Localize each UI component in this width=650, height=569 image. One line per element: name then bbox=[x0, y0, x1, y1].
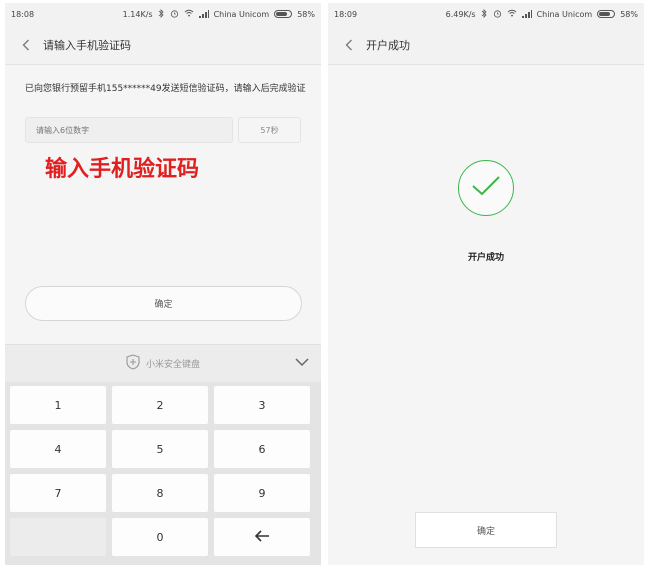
status-time: 18:08 bbox=[11, 9, 35, 19]
phone-screen-verify: 18:08 1.14K/s China Unicom 58% 请输入手机验证码 bbox=[5, 3, 321, 565]
page-title: 开户成功 bbox=[366, 38, 410, 52]
verification-code-input[interactable] bbox=[25, 117, 233, 143]
key-8[interactable]: 8 bbox=[112, 474, 208, 512]
key-7[interactable]: 7 bbox=[10, 474, 106, 512]
wifi-icon bbox=[184, 9, 194, 19]
alarm-icon bbox=[170, 9, 179, 20]
status-time: 18:09 bbox=[334, 9, 358, 19]
wifi-icon bbox=[507, 9, 517, 19]
success-message: 开户成功 bbox=[467, 253, 504, 263]
shield-icon bbox=[126, 354, 140, 373]
network-speed: 6.49K/s bbox=[445, 9, 476, 19]
status-bar: 18:08 1.14K/s China Unicom 58% bbox=[5, 3, 321, 25]
confirm-button[interactable]: 确定 bbox=[415, 512, 557, 548]
chevron-down-icon[interactable] bbox=[295, 357, 309, 370]
status-bar: 18:09 6.49K/s China Unicom 58% bbox=[328, 3, 644, 25]
battery-icon bbox=[597, 10, 616, 18]
key-2[interactable]: 2 bbox=[112, 386, 208, 424]
key-0[interactable]: 0 bbox=[112, 518, 208, 556]
signal-icon bbox=[521, 10, 532, 18]
title-bar: 开户成功 bbox=[328, 25, 644, 65]
resend-countdown: 57秒 bbox=[238, 117, 301, 143]
back-icon[interactable] bbox=[19, 38, 33, 52]
key-blank bbox=[10, 518, 106, 556]
battery-percent: 58% bbox=[297, 9, 315, 19]
bluetooth-icon bbox=[481, 8, 488, 20]
confirm-button[interactable]: 确定 bbox=[25, 286, 302, 321]
backspace-key[interactable] bbox=[214, 518, 310, 556]
annotation-text: 输入手机验证码 bbox=[45, 157, 200, 182]
bluetooth-icon bbox=[158, 8, 165, 20]
keyboard-title: 小米安全键盘 bbox=[145, 360, 200, 370]
key-1[interactable]: 1 bbox=[10, 386, 106, 424]
sms-message: 已向您银行预留手机155******49发送短信验证码，请输入后完成验证 bbox=[25, 84, 306, 94]
checkmark-icon bbox=[471, 175, 501, 201]
key-3[interactable]: 3 bbox=[214, 386, 310, 424]
carrier-name: China Unicom bbox=[536, 9, 593, 19]
page-title: 请输入手机验证码 bbox=[43, 38, 131, 52]
alarm-icon bbox=[493, 9, 502, 20]
success-indicator bbox=[458, 160, 514, 216]
backspace-icon bbox=[254, 529, 270, 545]
key-4[interactable]: 4 bbox=[10, 430, 106, 468]
phone-screen-success: 18:09 6.49K/s China Unicom 58% 开户成功 开户成功… bbox=[328, 3, 644, 565]
key-6[interactable]: 6 bbox=[214, 430, 310, 468]
network-speed: 1.14K/s bbox=[122, 9, 153, 19]
numeric-keypad: 1 2 3 4 5 6 7 8 9 0 bbox=[5, 382, 321, 565]
back-icon[interactable] bbox=[342, 38, 356, 52]
key-9[interactable]: 9 bbox=[214, 474, 310, 512]
battery-percent: 58% bbox=[620, 9, 638, 19]
key-5[interactable]: 5 bbox=[112, 430, 208, 468]
carrier-name: China Unicom bbox=[213, 9, 270, 19]
keyboard-header: 小米安全键盘 bbox=[5, 344, 321, 382]
signal-icon bbox=[198, 10, 209, 18]
title-bar: 请输入手机验证码 bbox=[5, 25, 321, 65]
battery-icon bbox=[274, 10, 293, 18]
